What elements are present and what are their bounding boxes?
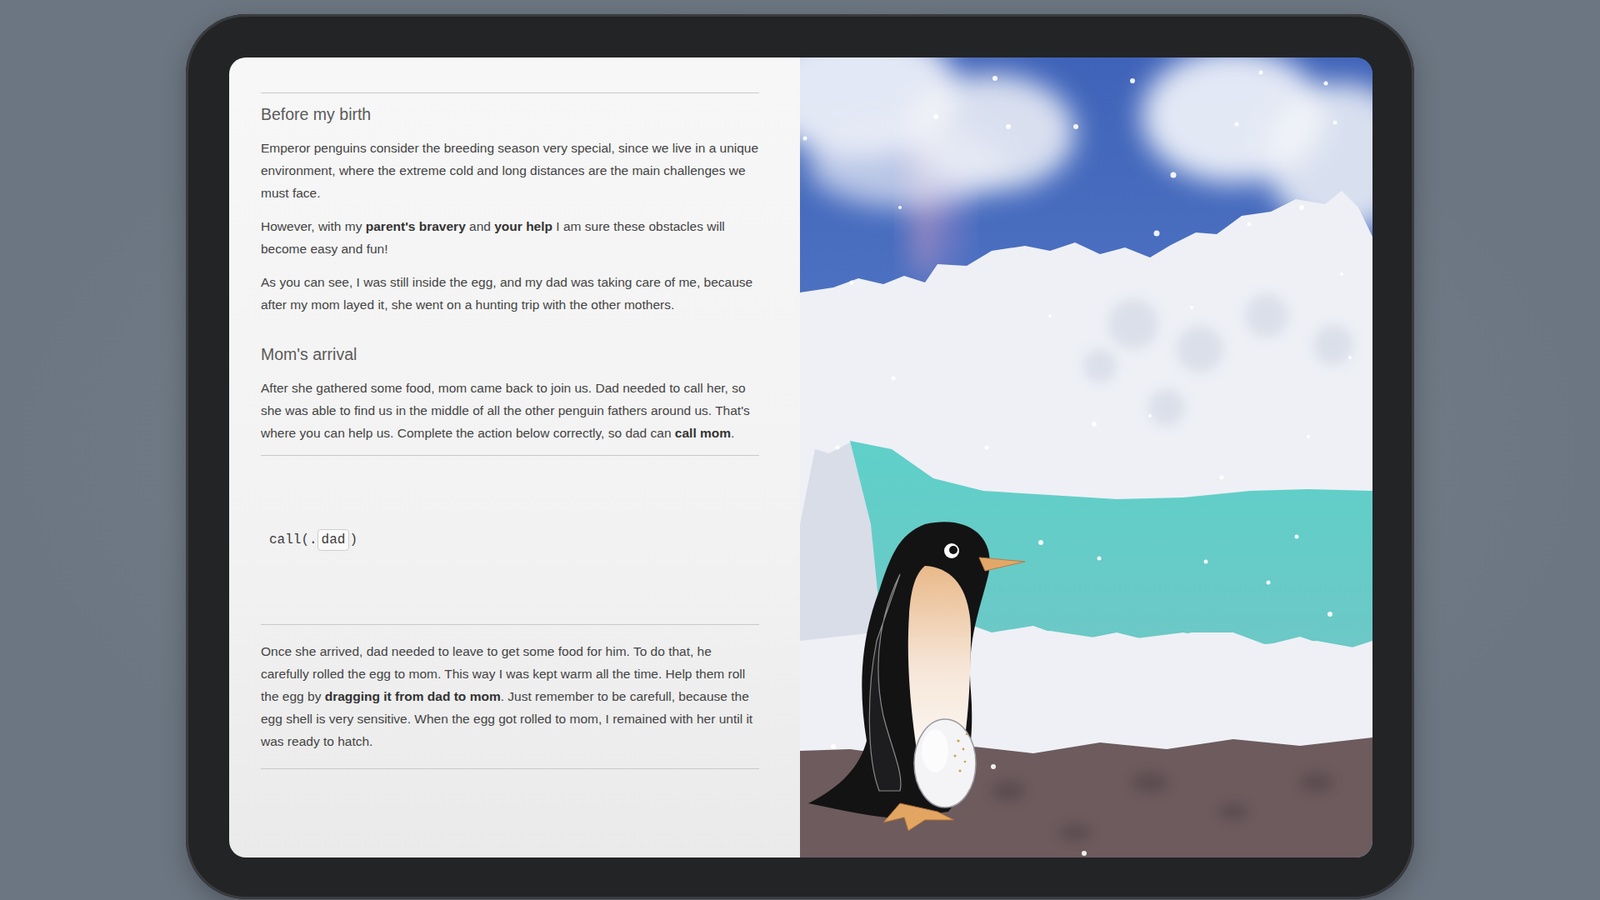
story-paragraph: Emperor penguins consider the breeding s… <box>260 136 760 205</box>
emphasis: call mom <box>675 425 731 440</box>
story-paragraph: After she gathered some food, mom came b… <box>260 376 760 445</box>
story-paragraph: As you can see, I was still inside the e… <box>260 270 760 316</box>
story-section: Before my birth Emperor penguins consider… <box>260 93 760 327</box>
divider <box>260 455 760 456</box>
eye-icon <box>944 543 960 559</box>
divider <box>260 624 760 625</box>
story-paragraph: Once she arrived, dad needed to leave to… <box>260 640 760 753</box>
illustration-panel <box>800 57 1373 858</box>
divider <box>260 768 760 770</box>
code-line: call(.dad) <box>269 529 358 551</box>
story-outro: Once she arrived, dad needed to leave to… <box>260 625 760 769</box>
dad-penguin <box>808 521 1025 831</box>
emphasis: dragging it from dad to mom <box>325 689 501 704</box>
action-area: call(.dad) <box>260 455 760 625</box>
page: Before my birth Emperor penguins consider… <box>0 0 1600 900</box>
code-token[interactable]: dad <box>317 529 350 551</box>
tablet-screen: Before my birth Emperor penguins consider… <box>229 57 1373 858</box>
section-heading: Before my birth <box>260 103 760 125</box>
emphasis: parent's bravery <box>365 219 466 234</box>
egg[interactable] <box>914 719 976 808</box>
section-heading: Mom's arrival <box>260 343 760 365</box>
emphasis: your help <box>494 219 553 234</box>
story-panel: Before my birth Emperor penguins consider… <box>229 57 800 858</box>
ice-mountains <box>800 190 1373 858</box>
story-paragraph: However, with my parent's bravery and yo… <box>260 215 760 260</box>
divider <box>260 92 760 94</box>
snowflakes <box>803 70 1353 857</box>
story-section: Mom's arrival After she gathered some foo… <box>260 326 760 455</box>
penguin-scene <box>800 57 1373 858</box>
tablet-frame: Before my birth Emperor penguins consider… <box>185 14 1415 900</box>
